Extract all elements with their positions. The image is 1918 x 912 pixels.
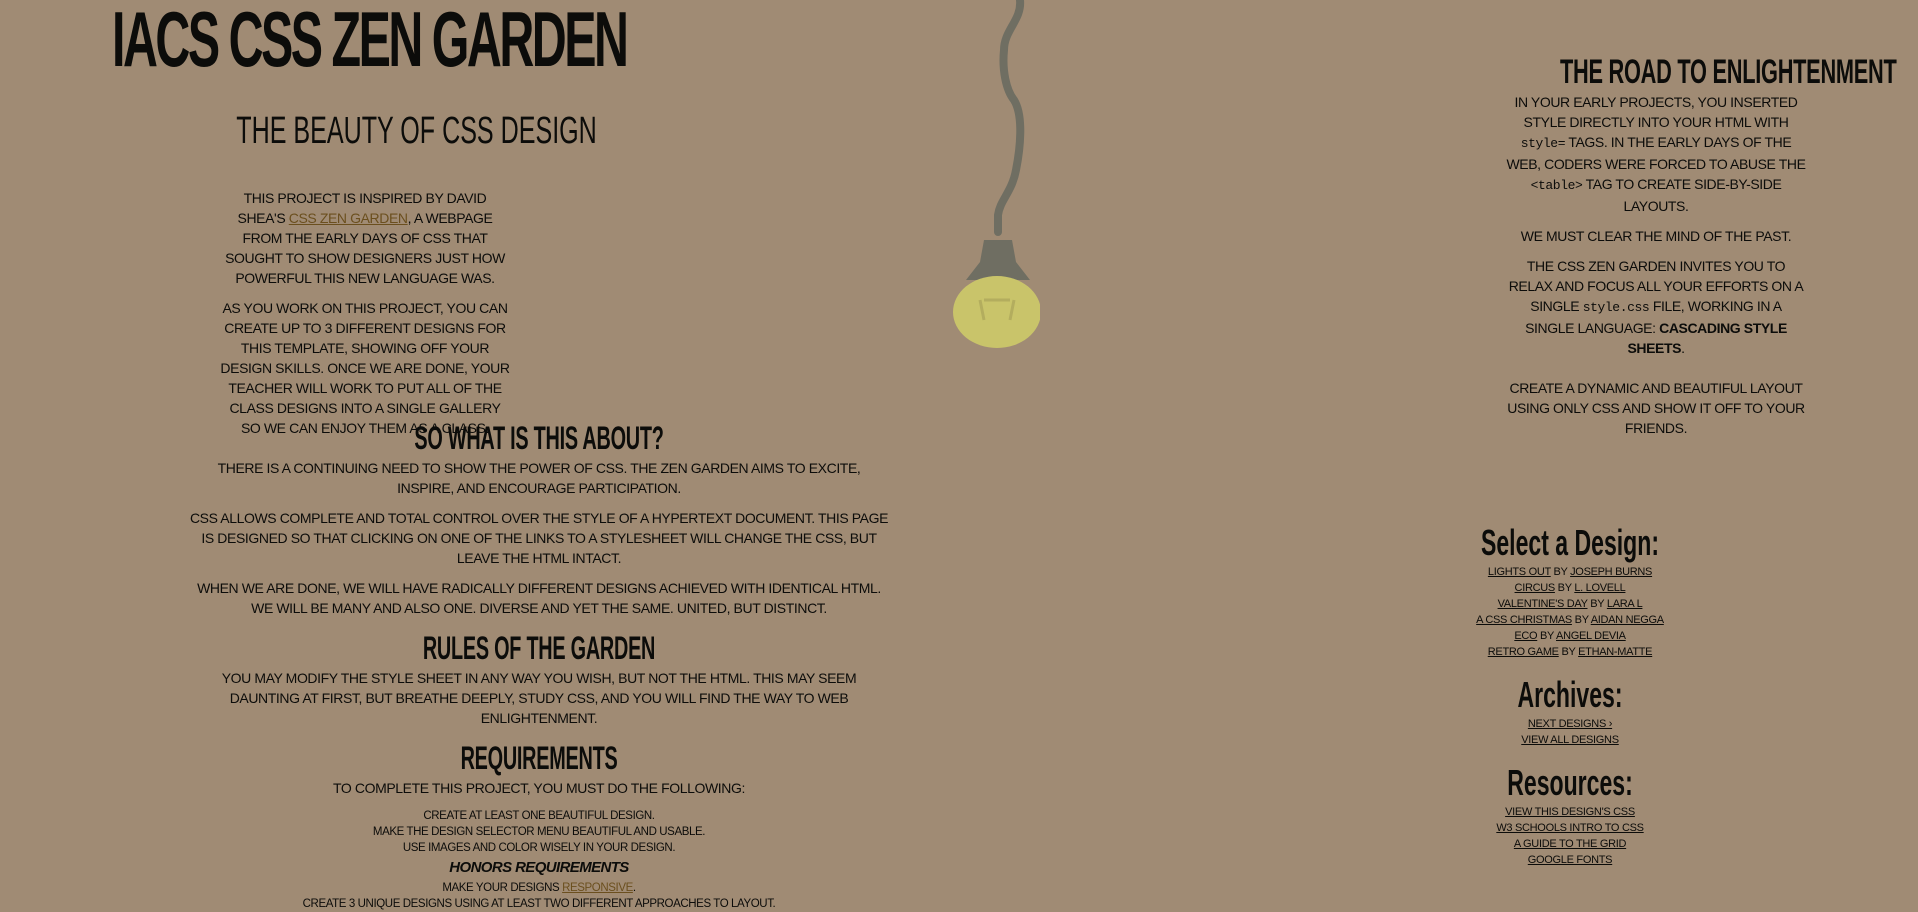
road-paragraph-4: Create a dynamic and beautiful layout us… [1507,380,1805,436]
road-paragraph-1: In your early projects, you inserted sty… [1506,92,1806,216]
road-paragraph-2: We must clear the mind of the past. [1520,228,1792,244]
resources-heading: Resources: [1507,762,1633,803]
list-item: View All Designs [1420,732,1720,748]
preamble-paragraph-1: This project is inspired by David Shea's… [220,188,510,288]
list-item: Google Fonts [1420,852,1720,868]
author-link[interactable]: Ethan-Matte [1578,646,1652,658]
design-link[interactable]: A CSS Christmas [1476,614,1572,626]
list-item: Valentine's Day by Lara L [1420,596,1720,612]
road-to-enlightenment-panel: The Road to Enlightenment In your early … [1506,52,1897,448]
road-heading: The Road to Enlightenment [1560,53,1897,91]
honors-list: Make your designs responsive. Create 3 u… [188,880,890,912]
requirements-heading: Requirements [460,740,618,776]
design-link[interactable]: ECO [1514,630,1537,642]
by-text: by [1571,614,1591,626]
list-item: Make your designs responsive. [188,880,890,896]
honors-heading: Honors Requirements [449,859,629,876]
by-text: by [1554,582,1575,594]
list-item: W3 Schools Intro to CSS [1420,820,1720,836]
list-item: Next Designs › [1420,716,1720,732]
about-paragraph: When we are done, we will have radically… [197,580,881,616]
archives-list: Next Designs › View All Designs [1420,716,1720,748]
requirements-intro: To complete this project, you must do th… [333,780,745,796]
design-link[interactable]: Circus [1515,582,1556,594]
design-list: Lights Out by Joseph Burns Circus by L. … [1420,564,1720,660]
by-text: by [1587,598,1607,610]
rules-heading: Rules of the Garden [422,630,656,666]
rules-paragraph: You may modify the style sheet in any wa… [221,670,857,726]
design-sidebar: Select a Design: Lights Out by Joseph Bu… [1420,522,1720,882]
site-title: IACS CSS Zen Garden [112,0,629,83]
list-item: View This Design's CSS [1420,804,1720,820]
honors-text: Make your designs [442,882,563,894]
list-item: ECO by Angel Devia [1420,628,1720,644]
style-css-code: style.css [1582,300,1650,315]
page-tagline: The Beauty of CSS Design [236,110,597,152]
by-text: by [1537,630,1557,642]
author-link[interactable]: L. Lovell [1574,582,1625,594]
w3schools-link[interactable]: W3 Schools Intro to CSS [1496,822,1644,834]
preamble-section: This project is inspired by David Shea's… [220,188,510,448]
author-link[interactable]: Aidan Negga [1591,614,1664,626]
list-item: Circus by L. Lovell [1420,580,1720,596]
list-item: Use images and color wisely in your desi… [402,842,676,854]
road-text: In your early projects, you inserted sty… [1514,94,1798,130]
select-design-heading: Select a Design: [1481,522,1659,563]
list-item: A CSS Christmas by Aidan Negga [1420,612,1720,628]
table-tag-code: <table> [1530,178,1583,193]
author-link[interactable]: Lara L [1607,598,1643,610]
next-designs-link[interactable]: Next Designs › [1528,718,1613,730]
requirements-list: Create at least one beautiful design. Ma… [188,808,890,856]
about-paragraph: CSS allows complete and total control ov… [189,510,889,566]
view-css-link[interactable]: View This Design's CSS [1505,806,1635,818]
honors-text: . [632,882,636,894]
css-zen-garden-link[interactable]: CSS Zen Garden [289,210,408,226]
responsive-link[interactable]: responsive [562,882,633,894]
hanging-lamp-icon [953,0,1040,348]
list-item: Create at least one beautiful design. [423,810,655,822]
design-link[interactable]: Lights Out [1488,566,1551,578]
road-paragraph-3: The CSS Zen Garden invites you to relax … [1506,256,1806,358]
author-link[interactable]: Joseph Burns [1570,566,1652,578]
list-item: A Guide to the Grid [1420,836,1720,852]
road-text: . [1681,340,1685,356]
google-fonts-link[interactable]: Google Fonts [1528,854,1613,866]
resources-list: View This Design's CSS W3 Schools Intro … [1420,804,1720,868]
design-link[interactable]: Retro Game [1488,646,1559,658]
view-all-designs-link[interactable]: View All Designs [1521,734,1619,746]
list-item: Lights Out by Joseph Burns [1420,564,1720,580]
author-link[interactable]: Angel Devia [1556,630,1626,642]
preamble-paragraph-2: As you work on this project, you can cre… [220,300,510,436]
archives-heading: Archives: [1517,674,1623,715]
grid-guide-link[interactable]: A Guide to the Grid [1514,838,1627,850]
about-paragraph: There is a continuing need to show the p… [217,460,861,496]
list-item: Make the design selector menu beautiful … [372,826,706,838]
main-content: So What is This About? There is a contin… [188,418,890,912]
by-text: by [1558,646,1579,658]
about-heading: So What is This About? [414,420,664,456]
list-item: Retro Game by Ethan-Matte [1420,644,1720,660]
by-text: by [1550,566,1571,578]
design-link[interactable]: Valentine's Day [1498,598,1588,610]
list-item: Create 3 unique designs using at least t… [302,898,776,910]
road-text: tag to create side-by-side layouts. [1582,176,1782,214]
style-attr-code: style= [1520,136,1566,151]
